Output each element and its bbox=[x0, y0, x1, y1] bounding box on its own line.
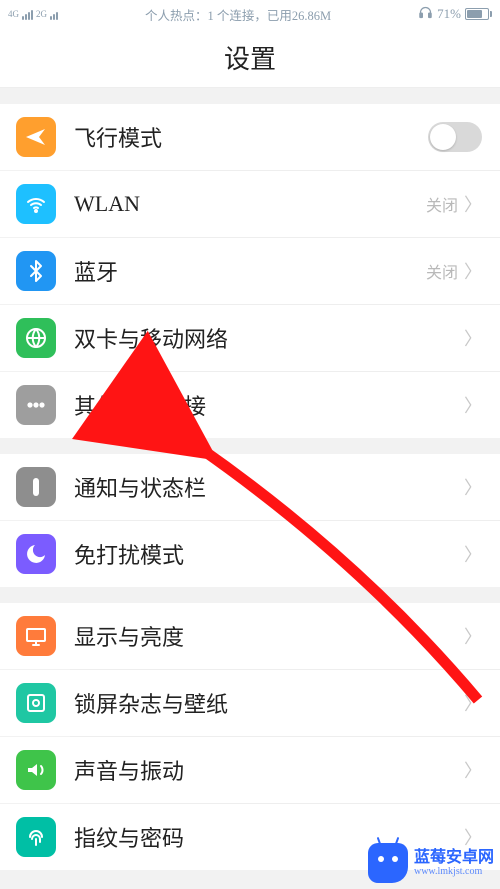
headphone-icon bbox=[418, 5, 433, 24]
lock-icon bbox=[16, 683, 56, 723]
chevron-right-icon: 〉 bbox=[464, 541, 482, 567]
status-left: 4G 2G bbox=[8, 8, 58, 20]
settings-row-sound[interactable]: 声音与振动〉 bbox=[0, 737, 500, 803]
settings-row-dots[interactable]: 其他无线连接〉 bbox=[0, 372, 500, 438]
row-label: 显示与亮度 bbox=[74, 620, 464, 652]
chevron-right-icon: 〉 bbox=[464, 191, 482, 217]
settings-row-notify[interactable]: 通知与状态栏〉 bbox=[0, 454, 500, 520]
chevron-right-icon: 〉 bbox=[464, 392, 482, 418]
watermark-brand: 蓝莓安卓网 bbox=[414, 850, 494, 866]
settings-row-bluetooth[interactable]: 蓝牙关闭〉 bbox=[0, 238, 500, 304]
row-label: WLAN bbox=[74, 191, 426, 217]
settings-row-lock[interactable]: 锁屏杂志与壁纸〉 bbox=[0, 670, 500, 736]
status-right: 71% bbox=[418, 5, 492, 24]
signal-mode-label-4g: 4G bbox=[8, 10, 19, 19]
globe-icon bbox=[16, 318, 56, 358]
row-label: 免打扰模式 bbox=[74, 538, 464, 570]
settings-list: 飞行模式WLAN关闭〉蓝牙关闭〉双卡与移动网络〉其他无线连接〉通知与状态栏〉免打… bbox=[0, 88, 500, 870]
row-status: 关闭 bbox=[426, 259, 458, 283]
chevron-right-icon: 〉 bbox=[464, 623, 482, 649]
finger-icon bbox=[16, 817, 56, 857]
signal-mode-label-2g: 2G bbox=[36, 10, 47, 19]
settings-row-airplane[interactable]: 飞行模式 bbox=[0, 104, 500, 170]
watermark-url: www.lmkjst.com bbox=[414, 866, 494, 877]
dnd-icon bbox=[16, 534, 56, 574]
battery-icon bbox=[465, 8, 492, 20]
row-label: 蓝牙 bbox=[74, 255, 426, 287]
toggle-switch[interactable] bbox=[428, 122, 482, 152]
battery-pct-label: 71% bbox=[437, 6, 461, 22]
chevron-right-icon: 〉 bbox=[464, 757, 482, 783]
row-label: 通知与状态栏 bbox=[74, 471, 464, 503]
chevron-right-icon: 〉 bbox=[464, 474, 482, 500]
dots-icon bbox=[16, 385, 56, 425]
row-label: 声音与振动 bbox=[74, 754, 464, 786]
signal-bars-icon-2 bbox=[50, 8, 58, 20]
row-status: 关闭 bbox=[426, 192, 458, 216]
airplane-icon bbox=[16, 117, 56, 157]
status-bar: 4G 2G 个人热点：1 个连接，已用26.86M 71% bbox=[0, 0, 500, 28]
settings-row-wifi[interactable]: WLAN关闭〉 bbox=[0, 171, 500, 237]
row-label: 飞行模式 bbox=[74, 121, 428, 153]
row-label: 双卡与移动网络 bbox=[74, 322, 464, 354]
watermark: 蓝莓安卓网 www.lmkjst.com bbox=[368, 843, 494, 883]
wifi-icon bbox=[16, 184, 56, 224]
chevron-right-icon: 〉 bbox=[464, 258, 482, 284]
notify-icon bbox=[16, 467, 56, 507]
settings-row-dnd[interactable]: 免打扰模式〉 bbox=[0, 521, 500, 587]
settings-row-display[interactable]: 显示与亮度〉 bbox=[0, 603, 500, 669]
status-hotspot-text: 个人热点：1 个连接，已用26.86M bbox=[58, 5, 418, 24]
row-label: 其他无线连接 bbox=[74, 389, 464, 421]
chevron-right-icon: 〉 bbox=[464, 690, 482, 716]
page-title: 设置 bbox=[0, 28, 500, 88]
row-label: 锁屏杂志与壁纸 bbox=[74, 687, 464, 719]
signal-bars-icon bbox=[22, 8, 33, 20]
watermark-logo-icon bbox=[368, 843, 408, 883]
chevron-right-icon: 〉 bbox=[464, 325, 482, 351]
bluetooth-icon bbox=[16, 251, 56, 291]
settings-row-globe[interactable]: 双卡与移动网络〉 bbox=[0, 305, 500, 371]
display-icon bbox=[16, 616, 56, 656]
sound-icon bbox=[16, 750, 56, 790]
